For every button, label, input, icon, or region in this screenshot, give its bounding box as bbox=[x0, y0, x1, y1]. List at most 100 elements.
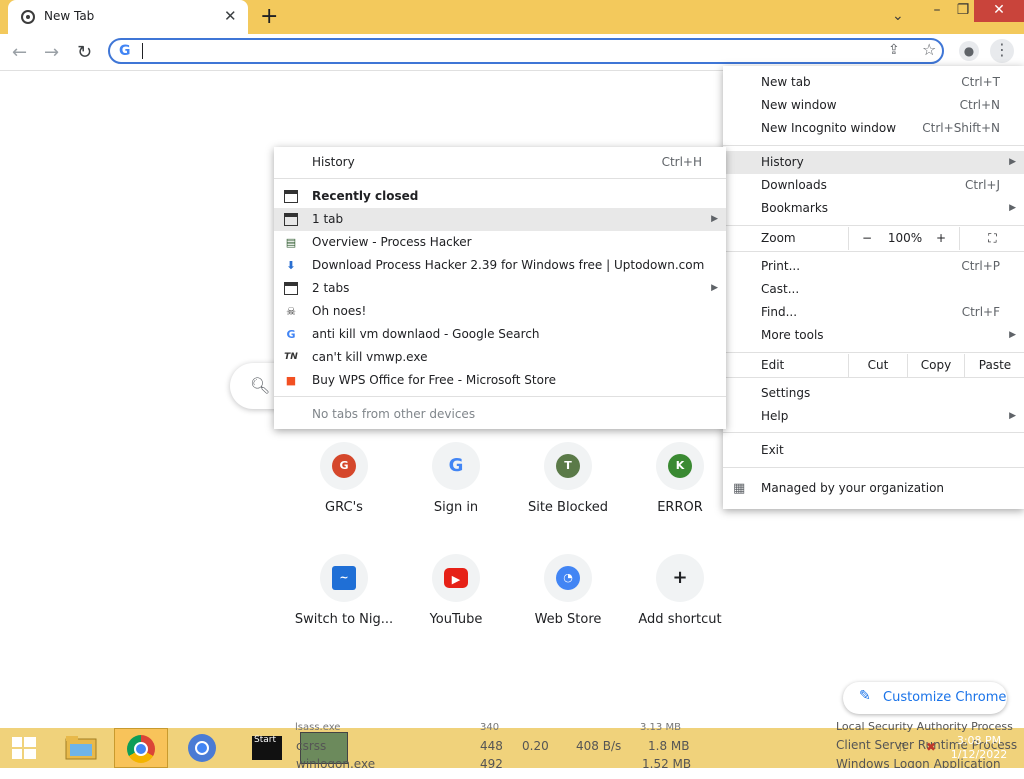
chrome-icon bbox=[127, 735, 155, 763]
bookmark-star-icon[interactable]: ☆ bbox=[922, 40, 936, 59]
submenu-arrow-icon: ▶ bbox=[1009, 330, 1016, 340]
recent-item[interactable]: 1 tab ▶ bbox=[274, 208, 726, 231]
close-window-button[interactable]: ✕ bbox=[974, 0, 1024, 22]
tile-label: Switch to Nig... bbox=[294, 612, 394, 627]
menu-divider bbox=[723, 225, 1024, 226]
shortcut-tile[interactable]: ▶ YouTube bbox=[400, 554, 512, 654]
menu-find[interactable]: Find... Ctrl+F bbox=[723, 301, 1024, 324]
omnibox[interactable]: G bbox=[108, 38, 944, 64]
menu-cast[interactable]: Cast... bbox=[723, 278, 1024, 301]
menu-managed[interactable]: ▦ Managed by your organization bbox=[723, 477, 1024, 500]
submenu-divider bbox=[274, 178, 726, 179]
paste-button[interactable]: Paste bbox=[964, 354, 1024, 377]
menu-history[interactable]: History ▶ bbox=[723, 151, 1024, 174]
menu-label: More tools bbox=[761, 328, 824, 342]
bg-name: winlogon.exe bbox=[296, 757, 376, 768]
reload-icon[interactable]: ↻ bbox=[77, 42, 92, 63]
start-windows-icon[interactable] bbox=[0, 728, 46, 768]
grc-icon: G bbox=[332, 454, 356, 478]
menu-help[interactable]: Help ▶ bbox=[723, 405, 1024, 428]
window-icon bbox=[284, 282, 298, 295]
menu-exit[interactable]: Exit bbox=[723, 439, 1024, 462]
menu-divider bbox=[723, 352, 1024, 353]
forward-arrow-icon[interactable]: → bbox=[44, 42, 59, 63]
chrome-icon bbox=[188, 734, 216, 762]
network-icon[interactable]: ⎍ bbox=[898, 740, 906, 755]
tab-close-icon[interactable]: ✕ bbox=[224, 7, 237, 25]
menu-new-tab[interactable]: New tab Ctrl+T bbox=[723, 71, 1024, 94]
menu-label: New window bbox=[761, 98, 837, 112]
pencil-icon: ✎ bbox=[859, 688, 871, 704]
recent-item[interactable]: Ganti kill vm downlaod - Google Search bbox=[274, 323, 726, 346]
menu-label: Zoom bbox=[761, 231, 796, 245]
recent-item[interactable]: ☠ Oh noes! bbox=[274, 300, 726, 323]
recent-item[interactable]: TN can't kill vmwp.exe bbox=[274, 346, 726, 369]
menu-shortcut: Ctrl+N bbox=[959, 98, 1000, 112]
skull-icon: ☠ bbox=[286, 305, 296, 318]
shortcut-tile[interactable]: T Site Blocked bbox=[512, 442, 624, 542]
profile-avatar-icon[interactable]: ● bbox=[959, 41, 979, 61]
recent-item[interactable]: ■ Buy WPS Office for Free - Microsoft Sto… bbox=[274, 369, 726, 392]
recent-item[interactable]: ⬇ Download Process Hacker 2.39 for Window… bbox=[274, 254, 726, 277]
menu-new-incognito[interactable]: New Incognito window Ctrl+Shift+N bbox=[723, 117, 1024, 140]
tile-icon-bg: G bbox=[432, 442, 480, 490]
menu-edit-row: Edit Cut Copy Paste bbox=[723, 354, 1024, 377]
menu-label: New Incognito window bbox=[761, 121, 897, 135]
plus-icon: + bbox=[672, 567, 688, 588]
browser-tab[interactable]: New Tab ✕ bbox=[8, 0, 248, 34]
menu-shortcut: Ctrl+P bbox=[961, 259, 1000, 273]
menu-kebab-icon[interactable]: ⋮ bbox=[990, 39, 1014, 63]
shortcut-tile[interactable]: + Add shortcut bbox=[624, 554, 736, 654]
new-tab-plus-icon[interactable]: + bbox=[260, 4, 278, 29]
copy-button[interactable]: Copy bbox=[907, 354, 964, 377]
menu-label: Bookmarks bbox=[761, 201, 829, 215]
tile-label: YouTube bbox=[429, 612, 483, 627]
cut-button[interactable]: Cut bbox=[848, 354, 907, 377]
share-icon[interactable]: ⇪ bbox=[888, 42, 900, 58]
menu-print[interactable]: Print... Ctrl+P bbox=[723, 255, 1024, 278]
letter-t-icon: T bbox=[556, 454, 580, 478]
chrome-favicon-icon bbox=[21, 10, 35, 24]
search-icon: 🔍︎ bbox=[250, 376, 271, 395]
menu-zoom-row: Zoom − 100% + ⛶ bbox=[723, 227, 1024, 250]
menu-downloads[interactable]: Downloads Ctrl+J bbox=[723, 174, 1024, 197]
fullscreen-icon[interactable]: ⛶ bbox=[959, 227, 1024, 250]
console-label: Start bbox=[254, 735, 276, 745]
shortcut-tile[interactable]: ◔ Web Store bbox=[512, 554, 624, 654]
recent-item-label: 2 tabs bbox=[312, 281, 350, 295]
address-input[interactable] bbox=[140, 42, 864, 62]
submenu-arrow-icon: ▶ bbox=[711, 283, 718, 293]
menu-label: Downloads bbox=[761, 178, 827, 192]
youtube-icon: ▶ bbox=[444, 568, 468, 588]
menu-label: Help bbox=[761, 409, 789, 423]
customize-chrome-button[interactable]: ✎ Customize Chrome bbox=[843, 682, 1007, 714]
menu-bookmarks[interactable]: Bookmarks ▶ bbox=[723, 197, 1024, 220]
taskbar-console[interactable]: Start bbox=[242, 728, 282, 768]
shortcut-tile[interactable]: G GRC's bbox=[288, 442, 400, 542]
menu-shortcut: Ctrl+Shift+N bbox=[922, 121, 1000, 135]
menu-divider bbox=[723, 467, 1024, 468]
menu-shortcut: Ctrl+T bbox=[961, 75, 1000, 89]
zoom-value: 100% bbox=[887, 231, 923, 245]
shortcut-tile[interactable]: K ERROR bbox=[624, 442, 736, 542]
menu-settings[interactable]: Settings bbox=[723, 382, 1024, 405]
file-explorer-icon[interactable] bbox=[52, 728, 108, 768]
recent-item[interactable]: 2 tabs ▶ bbox=[274, 277, 726, 300]
tab-search-chevron-icon[interactable]: ⌄ bbox=[892, 8, 904, 24]
recent-item[interactable]: ▤ Overview - Process Hacker bbox=[274, 231, 726, 254]
submenu-arrow-icon: ▶ bbox=[1009, 203, 1016, 213]
taskbar-clock[interactable]: 3:08 PM 1/12/2022 bbox=[948, 734, 1010, 762]
tile-icon-bg: + bbox=[656, 554, 704, 602]
taskbar-chrome-active[interactable] bbox=[114, 728, 168, 768]
menu-new-window[interactable]: New window Ctrl+N bbox=[723, 94, 1024, 117]
webstore-icon: ◔ bbox=[556, 566, 580, 590]
menu-more-tools[interactable]: More tools ▶ bbox=[723, 324, 1024, 347]
back-arrow-icon[interactable]: ← bbox=[12, 42, 27, 63]
shortcut-tile[interactable]: ~ Switch to Nig... bbox=[288, 554, 400, 654]
taskbar-chrome-secondary[interactable] bbox=[176, 728, 232, 768]
zoom-in-button[interactable]: + bbox=[925, 227, 957, 250]
shortcut-tile[interactable]: G Sign in bbox=[400, 442, 512, 542]
speaker-muted-icon[interactable]: ✖ bbox=[926, 740, 936, 754]
zoom-out-button[interactable]: − bbox=[848, 227, 885, 250]
submenu-history[interactable]: History Ctrl+H bbox=[274, 151, 726, 174]
